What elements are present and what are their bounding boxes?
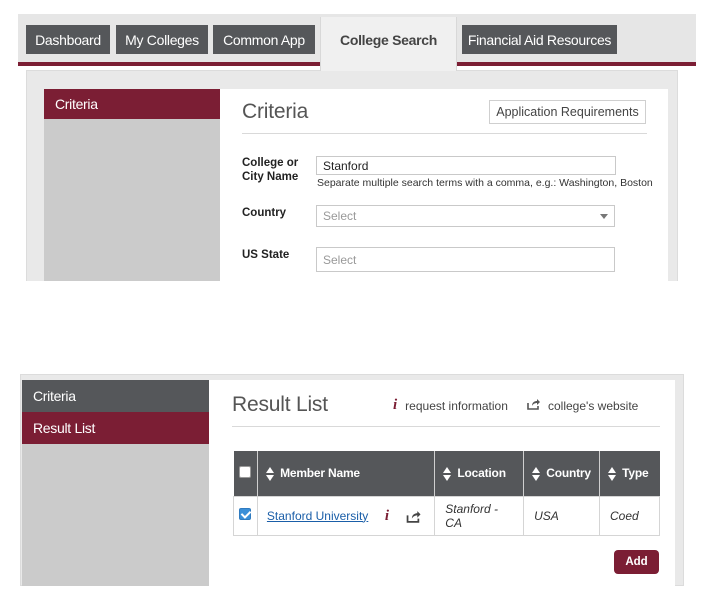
row-checkbox[interactable] xyxy=(239,508,252,520)
select-all-header xyxy=(233,451,258,496)
criteria-title: Criteria xyxy=(242,100,309,123)
country-select[interactable]: Select xyxy=(316,205,615,227)
college-name-link[interactable]: Stanford University xyxy=(267,509,368,523)
column-country[interactable]: Country xyxy=(523,451,601,496)
country-cell: USA xyxy=(523,495,601,536)
tab-my-colleges[interactable]: My Colleges xyxy=(116,25,208,54)
country-label: Country xyxy=(242,207,287,219)
column-label: Type xyxy=(622,465,649,480)
tab-financial-aid-resources[interactable]: Financial Aid Resources xyxy=(462,25,617,54)
add-button[interactable]: Add xyxy=(614,550,659,574)
result-table: Member Name Location Country Type Stanfo… xyxy=(233,451,660,536)
result-list-title: Result List xyxy=(232,393,328,416)
column-location[interactable]: Location xyxy=(434,451,525,496)
request-information-link[interactable]: i request information xyxy=(393,398,508,413)
member-name-cell: Stanford University i xyxy=(256,495,436,536)
column-label: Country xyxy=(546,465,591,480)
column-member-name[interactable]: Member Name xyxy=(257,451,436,496)
sidebar-item-criteria[interactable]: Criteria xyxy=(44,89,220,119)
criteria-divider xyxy=(242,133,647,134)
dropdown-caret-icon xyxy=(600,214,608,219)
sort-icon xyxy=(532,466,541,481)
info-icon[interactable]: i xyxy=(385,508,389,524)
column-label: Member Name xyxy=(280,465,360,480)
college-name-label: College or City Name xyxy=(242,157,299,183)
college-name-hint: Separate multiple search terms with a co… xyxy=(317,177,653,189)
result-sidebar: Criteria Result List xyxy=(22,380,209,586)
tab-college-search[interactable]: College Search xyxy=(320,17,457,71)
row-select-cell xyxy=(233,495,258,536)
column-label: Location xyxy=(457,465,506,480)
column-type[interactable]: Type xyxy=(599,451,660,496)
us-state-label: US State xyxy=(242,249,290,261)
sort-icon xyxy=(443,466,452,481)
type-cell: Coed xyxy=(599,495,660,536)
result-divider xyxy=(232,426,660,427)
criteria-sidebar: Criteria xyxy=(44,89,220,281)
college-website-link[interactable]: college's website xyxy=(527,398,638,413)
us-state-input[interactable]: Select xyxy=(316,247,615,272)
college-name-input[interactable]: Stanford xyxy=(316,156,616,175)
request-information-label: request information xyxy=(405,398,508,413)
table-header-row: Member Name Location Country Type xyxy=(233,451,660,496)
info-icon: i xyxy=(393,397,398,413)
tab-common-app[interactable]: Common App xyxy=(213,25,315,54)
tab-dashboard[interactable]: Dashboard xyxy=(26,25,110,54)
share-icon xyxy=(527,398,540,413)
table-row: Stanford University i Stanford - CA USA … xyxy=(233,495,660,536)
sidebar-item-criteria[interactable]: Criteria xyxy=(22,380,209,412)
college-website-label: college's website xyxy=(548,398,639,413)
application-requirements-button[interactable]: Application Requirements xyxy=(489,100,646,124)
sort-icon xyxy=(265,466,274,481)
location-cell: Stanford - CA xyxy=(434,495,525,536)
share-icon[interactable] xyxy=(406,510,421,526)
country-select-value: Select xyxy=(323,209,357,223)
select-all-checkbox[interactable] xyxy=(239,465,252,478)
sort-icon xyxy=(608,466,617,481)
sidebar-item-result-list[interactable]: Result List xyxy=(22,412,209,444)
